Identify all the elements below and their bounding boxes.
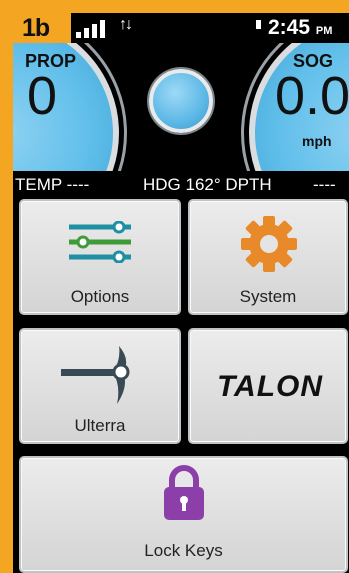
system-label: System xyxy=(239,287,297,306)
info-bar: TEMP ---- HDG 162° DPTH ---- xyxy=(13,171,349,197)
heading-readout: HDG 162° DPTH xyxy=(143,175,272,194)
depth-readout: ---- xyxy=(313,175,336,194)
device-badge: 1b xyxy=(13,13,71,43)
talon-button[interactable]: TALON xyxy=(188,328,348,444)
status-bar: 1b ↑↓ 2:45 PM xyxy=(13,13,349,43)
ulterra-button[interactable]: Ulterra xyxy=(19,328,181,444)
trolling-motor-icon xyxy=(61,346,130,404)
clock-time: 2:45 xyxy=(268,16,311,39)
sliders-icon xyxy=(69,221,131,263)
options-button[interactable]: Options xyxy=(19,199,181,315)
talon-logo: TALON xyxy=(216,370,324,403)
lock-keys-label: Lock Keys xyxy=(144,541,223,560)
gear-icon xyxy=(241,216,297,272)
gauge-panel: PROP 0 SOG 0.0 mph xyxy=(13,43,349,171)
sog-unit: mph xyxy=(302,133,332,149)
data-transfer-icon: ↑↓ xyxy=(119,16,133,33)
options-label: Options xyxy=(70,287,130,306)
battery-icon xyxy=(256,20,261,29)
clock-ampm: PM xyxy=(315,25,333,37)
signal-strength-icon xyxy=(76,20,114,38)
sog-value: 0.0 xyxy=(275,66,349,126)
padlock-icon xyxy=(164,465,204,520)
device-badge-label: 1b xyxy=(22,14,50,42)
device-screen: 1b ↑↓ 2:45 PM PROP 0 SOG 0.0 mph TEMP --… xyxy=(13,13,349,573)
system-button[interactable]: System xyxy=(188,199,348,315)
temperature-readout: TEMP ---- xyxy=(15,175,90,194)
clock: 2:45 PM xyxy=(268,16,332,40)
ulterra-label: Ulterra xyxy=(74,416,126,435)
center-mode-button[interactable] xyxy=(149,69,213,133)
lock-keys-button[interactable]: Lock Keys xyxy=(19,456,348,573)
prop-value: 0 xyxy=(27,66,58,126)
